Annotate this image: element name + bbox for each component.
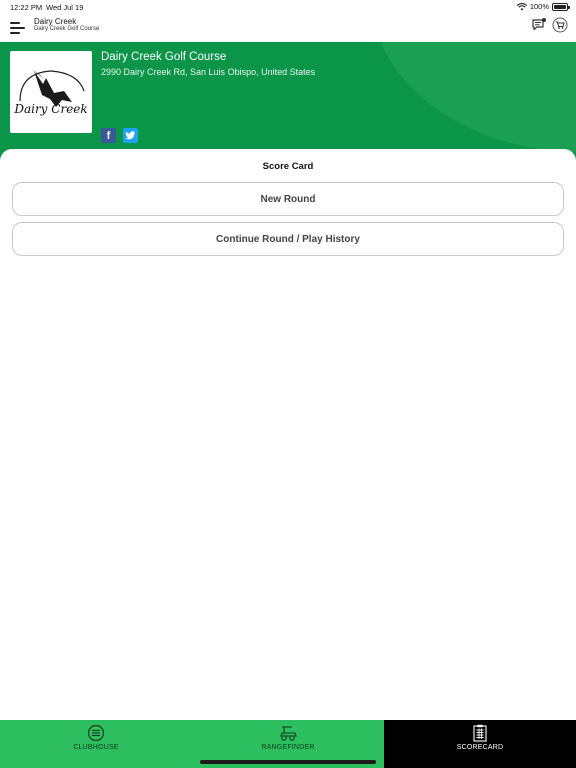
battery-icon <box>552 2 570 11</box>
app-subtitle: Dairy Creek Golf Course <box>34 26 100 32</box>
status-time: 12:22 PM <box>10 3 43 12</box>
clipboard-icon <box>473 724 487 742</box>
dairy-creek-logo: Dairy Creek <box>13 69 88 116</box>
golf-cart-icon <box>280 726 297 741</box>
scorecard-panel: Score Card New Round Continue Round / Pl… <box>0 149 576 720</box>
tab-label-rangefinder: RANGEFINDER <box>261 744 315 751</box>
course-name: Dairy Creek Golf Course <box>101 51 227 63</box>
twitter-icon[interactable] <box>123 128 138 143</box>
facebook-icon[interactable]: f <box>101 128 116 143</box>
new-round-button[interactable]: New Round <box>12 182 564 216</box>
banner-decoration <box>370 42 576 152</box>
nav-header: Dairy Creek Dairy Creek Golf Course <box>0 14 576 42</box>
wifi-icon <box>516 2 527 10</box>
tab-label-scorecard: SCORECARD <box>456 744 504 751</box>
course-logo: Dairy Creek <box>10 51 92 133</box>
cart-icon[interactable] <box>552 17 568 33</box>
continue-round-button[interactable]: Continue Round / Play History <box>12 222 564 256</box>
status-bar: 12:22 PM Wed Jul 19 100% <box>0 0 576 14</box>
course-address: 2990 Dairy Creek Rd, San Luis Obispo, Un… <box>101 67 316 77</box>
menu-icon[interactable] <box>10 22 26 36</box>
menu-circle-icon <box>87 724 105 742</box>
course-banner: Dairy Creek Dairy Creek Golf Course 2990… <box>0 42 576 160</box>
tab-clubhouse[interactable]: CLUBHOUSE <box>0 720 192 768</box>
app-title: Dairy Creek <box>34 17 77 26</box>
battery-percent: 100% <box>529 2 549 11</box>
tab-label-clubhouse: CLUBHOUSE <box>73 744 119 751</box>
status-right: 100% <box>516 2 570 11</box>
status-date: Wed Jul 19 <box>46 3 84 12</box>
scorecard-title: Score Card <box>262 161 314 172</box>
chat-icon[interactable] <box>531 17 547 33</box>
home-indicator <box>200 760 376 764</box>
svg-text:Dairy Creek: Dairy Creek <box>13 102 87 116</box>
tab-scorecard[interactable]: SCORECARD <box>384 720 576 768</box>
